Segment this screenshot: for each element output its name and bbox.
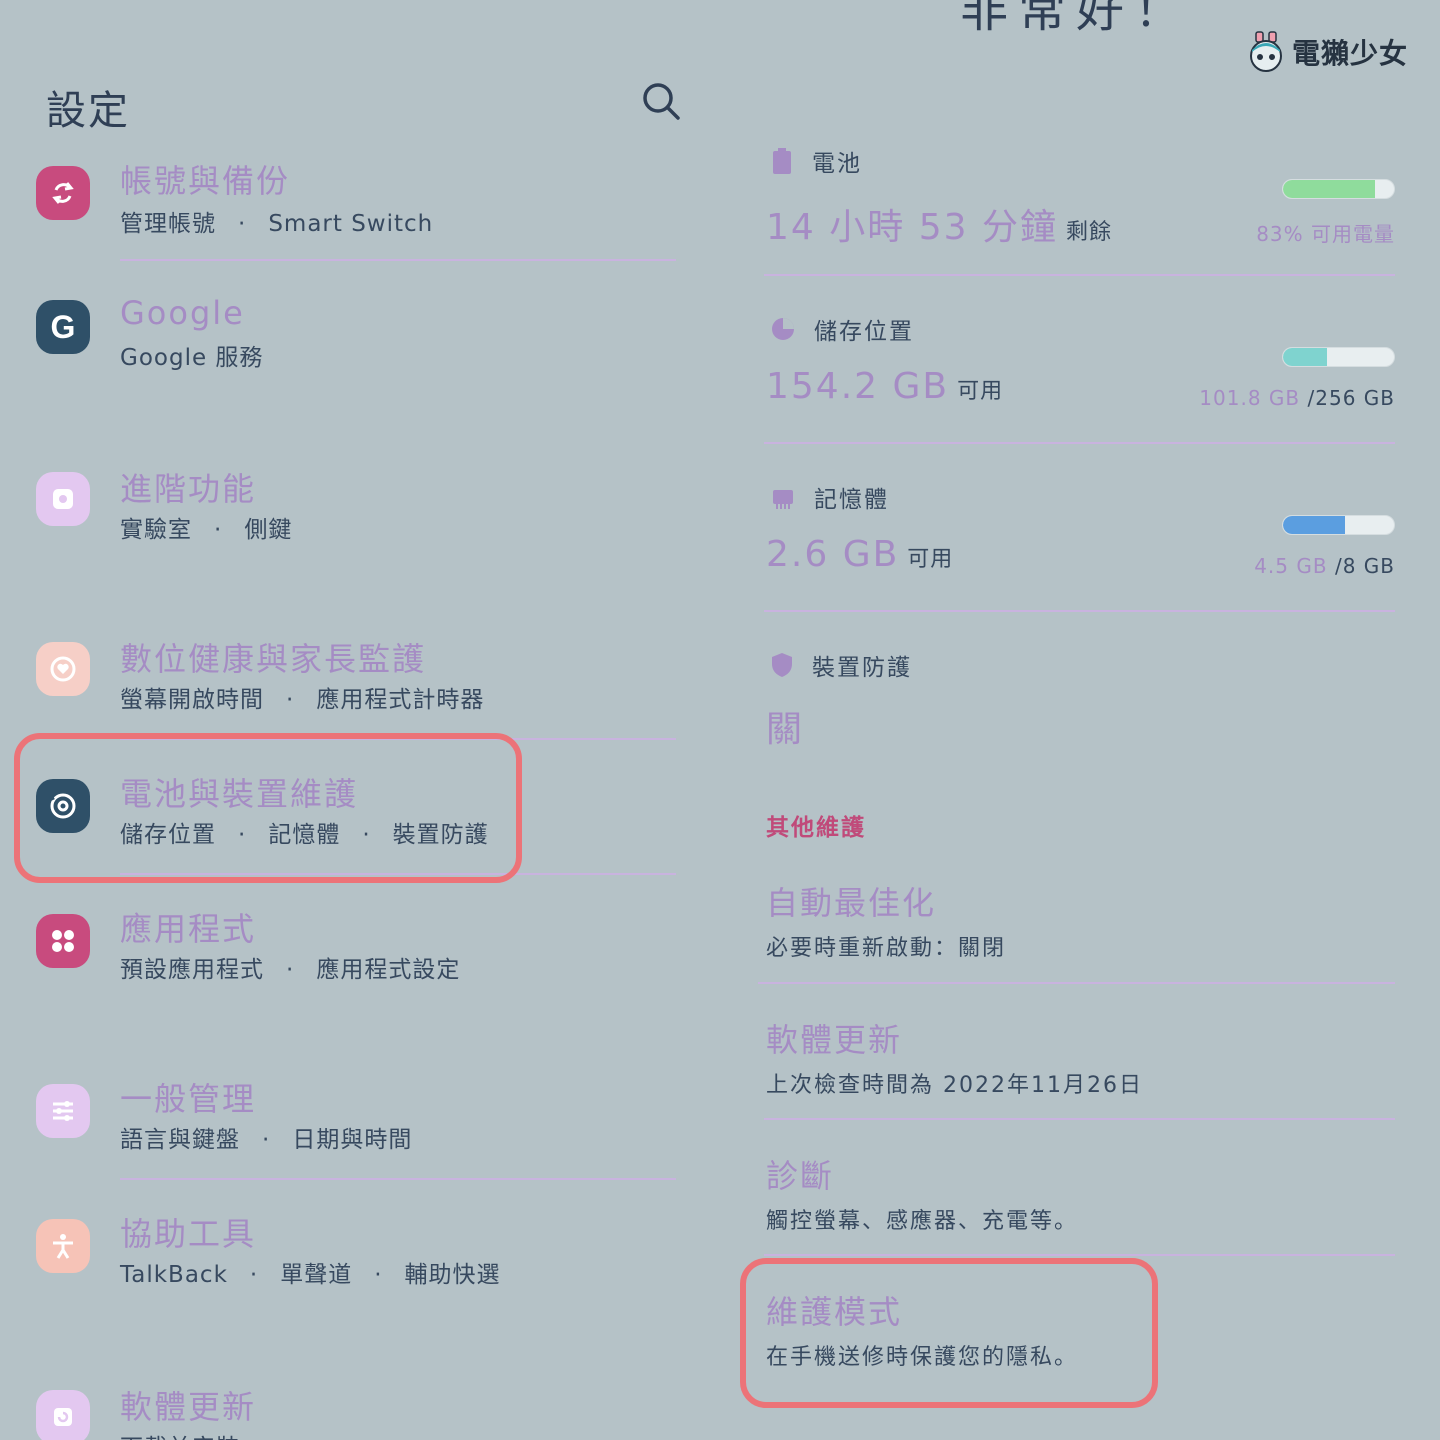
settings-item-apps[interactable]: 應用程式 預設應用程式 · 應用程式設定	[36, 900, 676, 1010]
battery-caption: 83% 可用電量	[1256, 222, 1395, 246]
divider	[764, 442, 1395, 444]
memory-value: 2.6 GB 可用	[766, 534, 954, 575]
settings-item-general-management[interactable]: 一般管理 語言與鍵盤 · 日期與時間	[36, 1070, 676, 1180]
storage-usage-bar	[1282, 347, 1395, 367]
item-subtitle: 語言與鍵盤 · 日期與時間	[120, 1127, 413, 1153]
search-icon[interactable]	[640, 80, 682, 122]
puzzle-icon	[36, 472, 90, 526]
item-title: 帳號與備份	[120, 162, 291, 200]
item-title: 協助工具	[120, 1215, 257, 1253]
settings-item-digital-wellbeing[interactable]: 數位健康與家長監護 螢幕開啟時間 · 應用程式計時器	[36, 630, 676, 740]
battery-value: 14 小時 53 分鐘 剩餘	[766, 207, 1112, 248]
item-title: 進階功能	[120, 470, 257, 508]
item-title: 自動最佳化	[766, 884, 937, 922]
item-title: 軟體更新	[766, 1021, 903, 1059]
item-title: 應用程式	[120, 910, 257, 948]
item-title: 數位健康與家長監護	[120, 640, 427, 678]
item-subtitle: 管理帳號 · Smart Switch	[120, 211, 434, 237]
brand-logo: 電獺少女	[1246, 30, 1408, 74]
item-title: Google	[120, 294, 245, 332]
divider	[120, 259, 676, 261]
item-title: 軟體更新	[120, 1388, 257, 1426]
sync-icon	[36, 166, 90, 220]
item-subtitle: 螢幕開啟時間 · 應用程式計時器	[120, 687, 485, 713]
maintenance-mode-item[interactable]: 維護模式 在手機送修時保護您的隱私。	[766, 1287, 1396, 1371]
heart-clock-icon	[36, 642, 90, 696]
memory-chip-icon	[773, 490, 793, 509]
card-header: 記憶體	[770, 480, 889, 514]
card-header: 裝置防護	[770, 648, 912, 682]
accessibility-icon	[36, 1219, 90, 1273]
item-subtitle: 實驗室 · 側鍵	[120, 517, 293, 543]
item-subtitle: TalkBack · 單聲道 · 輔助快選	[120, 1262, 501, 1288]
storage-usage-fill	[1283, 348, 1328, 366]
otter-icon	[1250, 31, 1282, 72]
item-subtitle: 上次檢查時間為 2022年11月26日	[766, 1073, 1143, 1098]
battery-icon	[773, 148, 791, 174]
card-header: 電池	[770, 144, 862, 178]
memory-usage-bar	[1282, 515, 1395, 535]
item-subtitle: 下載並安裝	[120, 1428, 240, 1440]
memory-caption: 4.5 GB /8 GB	[1254, 554, 1395, 578]
settings-item-battery-device-care[interactable]: 電池與裝置維護 儲存位置 · 記憶體 · 裝置防護	[36, 765, 676, 870]
section-header: 其他維護	[766, 815, 866, 841]
page-title: 設定	[46, 88, 130, 134]
divider	[764, 1254, 1395, 1256]
pie-icon	[772, 318, 794, 340]
device-care-icon	[36, 779, 90, 833]
card-label: 裝置防護	[812, 655, 912, 681]
item-title: 一般管理	[120, 1080, 257, 1118]
divider	[764, 274, 1395, 276]
card-label: 電池	[812, 151, 862, 177]
settings-item-accessibility[interactable]: 協助工具 TalkBack · 單聲道 · 輔助快選	[36, 1205, 676, 1315]
item-title: 維護模式	[766, 1293, 903, 1331]
item-subtitle: Google 服務	[120, 345, 264, 371]
card-label: 儲存位置	[814, 319, 914, 345]
battery-level-fill	[1283, 180, 1376, 198]
item-subtitle: 必要時重新啟動：關閉	[766, 936, 1007, 961]
apps-icon	[36, 914, 90, 968]
google-icon: G	[36, 300, 90, 354]
storage-caption: 101.8 GB /256 GB	[1199, 386, 1395, 410]
settings-item-advanced-features[interactable]: 進階功能 實驗室 · 側鍵	[36, 460, 676, 570]
item-subtitle: 預設應用程式 · 應用程式設定	[120, 957, 461, 983]
brand-name: 電獺少女	[1292, 37, 1409, 70]
update-icon	[36, 1390, 90, 1440]
item-title: 電池與裝置維護	[120, 775, 359, 813]
memory-usage-fill	[1283, 516, 1346, 534]
item-subtitle: 儲存位置 · 記憶體 · 裝置防護	[120, 822, 489, 848]
divider	[120, 1178, 676, 1180]
item-subtitle: 在手機送修時保護您的隱私。	[766, 1345, 1079, 1370]
diagnostics-item[interactable]: 診斷 觸控螢幕、感應器、充電等。	[766, 1151, 1396, 1235]
shield-icon	[772, 653, 792, 677]
divider	[764, 610, 1395, 612]
item-subtitle: 觸控螢幕、感應器、充電等。	[766, 1209, 1079, 1234]
banner-title: 非常好！	[960, 0, 1193, 38]
card-header: 儲存位置	[770, 312, 914, 346]
battery-level-bar	[1282, 179, 1395, 199]
auto-optimization-item[interactable]: 自動最佳化 必要時重新啟動：關閉	[766, 878, 1396, 962]
software-update-item[interactable]: 軟體更新 上次檢查時間為 2022年11月26日	[766, 1015, 1396, 1099]
settings-item-google[interactable]: G Google Google 服務	[36, 290, 676, 400]
divider	[764, 1118, 1395, 1120]
sliders-icon	[36, 1084, 90, 1138]
storage-value: 154.2 GB 可用	[766, 366, 1004, 407]
protection-status: 關	[766, 709, 805, 750]
divider	[120, 873, 676, 875]
settings-item-accounts-backup[interactable]: 帳號與備份 管理帳號 · Smart Switch	[36, 150, 676, 260]
item-title: 診斷	[766, 1157, 835, 1195]
divider	[120, 738, 676, 740]
divider	[758, 982, 1395, 984]
card-label: 記憶體	[814, 487, 889, 513]
settings-item-software-update[interactable]: 軟體更新 下載並安裝	[36, 1378, 676, 1440]
